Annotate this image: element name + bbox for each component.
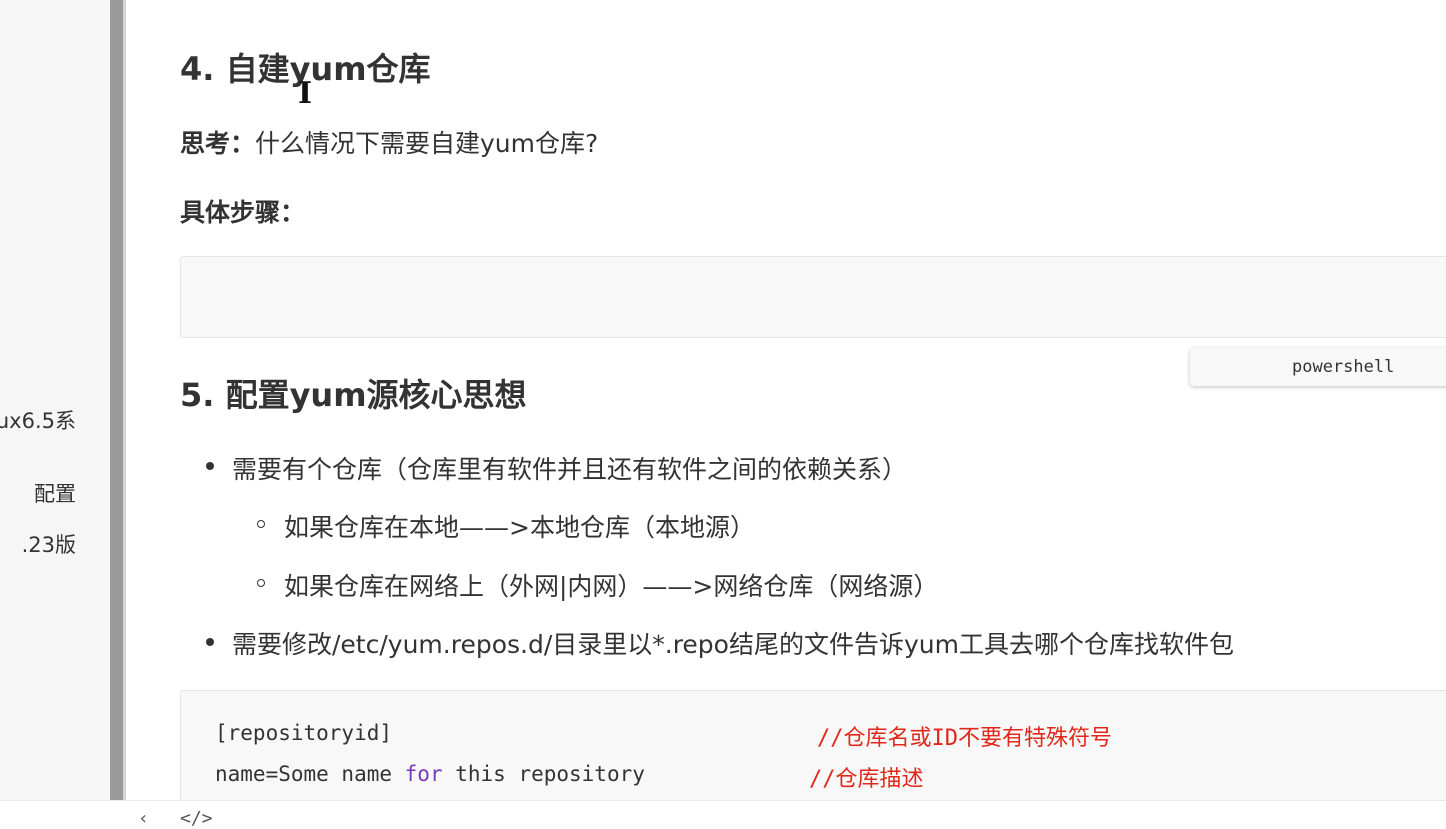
outline-sidebar: ux6.5系 配置 .23版 xyxy=(0,0,110,800)
sidebar-item[interactable]: ux6.5系 xyxy=(0,405,76,435)
code-comment-1: //仓库名或ID不要有特殊符号 xyxy=(817,726,1112,751)
steps-paragraph: 具体步骤： xyxy=(180,193,305,229)
code-text: this repository xyxy=(442,762,645,786)
list-item: 如果仓库在本地——>本地仓库（本地源） xyxy=(284,513,755,542)
chevron-left-icon[interactable]: ‹ xyxy=(138,808,149,829)
think-paragraph: 思考：什么情况下需要自建yum仓库? xyxy=(180,124,598,160)
bullet-dot-icon xyxy=(206,638,214,646)
bottom-status-bar xyxy=(0,800,1446,826)
sidebar-scrollbar[interactable] xyxy=(110,0,126,800)
sidebar-item[interactable]: 配置 xyxy=(34,478,76,508)
code-comment-2: //仓库描述 xyxy=(809,767,924,792)
sidebar-item[interactable]: .23版 xyxy=(22,529,76,559)
sub-bullet-circle-icon xyxy=(257,579,265,587)
sub-bullet-circle-icon xyxy=(257,520,265,528)
source-code-icon[interactable]: </> xyxy=(180,808,213,829)
empty-code-block[interactable] xyxy=(180,256,1446,338)
heading-yum-source-idea: 5. 配置yum源核心思想 xyxy=(180,376,527,414)
code-line-1: [repositoryid] xyxy=(215,721,393,745)
repo-config-code-block[interactable]: [repositoryid] //仓库名或ID不要有特殊符号 name=Some… xyxy=(180,690,1446,800)
think-label: 思考： xyxy=(180,129,256,158)
list-item: 需要修改/etc/yum.repos.d/目录里以*.repo结尾的文件告诉yu… xyxy=(232,630,1234,659)
code-language-selector[interactable]: powershell xyxy=(1190,348,1446,386)
bullet-dot-icon xyxy=(206,462,214,470)
steps-label: 具体步骤： xyxy=(180,198,306,227)
list-item: 如果仓库在网络上（外网|内网）——>网络仓库（网络源） xyxy=(284,572,939,601)
code-line-2: name=Some name for this repository xyxy=(215,762,645,786)
editor-content[interactable]: 4. 自建yum仓库 思考：什么情况下需要自建yum仓库? 具体步骤： powe… xyxy=(126,0,1446,800)
text-cursor-icon: I xyxy=(298,76,313,111)
think-text: 什么情况下需要自建yum仓库? xyxy=(255,129,599,158)
list-item: 需要有个仓库（仓库里有软件并且还有软件之间的依赖关系） xyxy=(232,455,908,484)
code-text: name=Some name xyxy=(215,762,405,786)
code-keyword: for xyxy=(404,762,443,786)
